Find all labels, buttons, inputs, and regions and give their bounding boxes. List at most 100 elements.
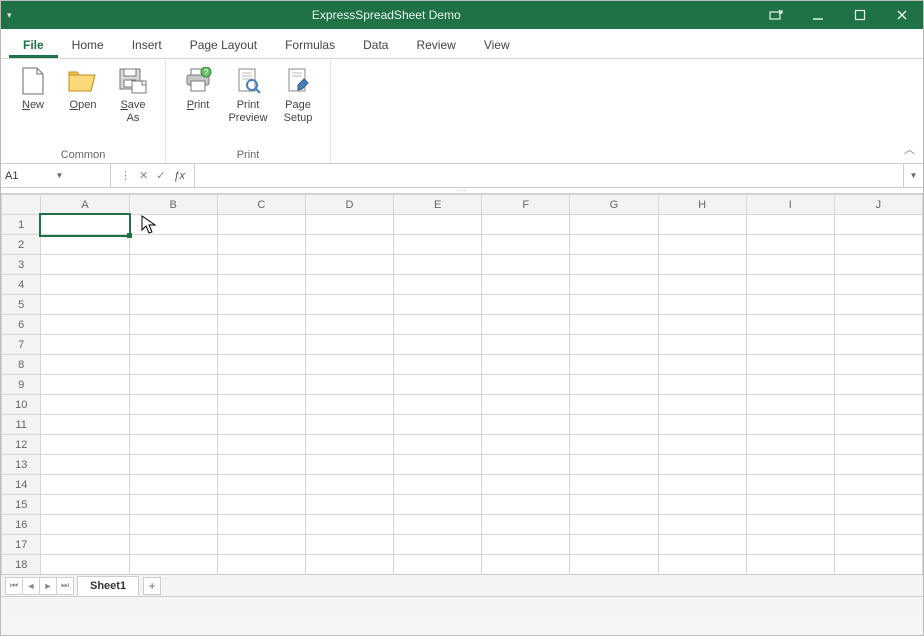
cell[interactable] [129, 395, 217, 415]
cell[interactable] [658, 435, 746, 455]
cell[interactable] [482, 235, 570, 255]
cell[interactable] [658, 375, 746, 395]
cell[interactable] [41, 315, 129, 335]
cell[interactable] [834, 215, 922, 235]
cell[interactable] [658, 495, 746, 515]
cell[interactable] [394, 215, 482, 235]
cell[interactable] [305, 275, 393, 295]
cell[interactable] [217, 495, 305, 515]
cell[interactable] [746, 435, 834, 455]
cell[interactable] [217, 415, 305, 435]
cell[interactable] [834, 415, 922, 435]
row-header[interactable]: 8 [2, 355, 41, 375]
row-header[interactable]: 7 [2, 335, 41, 355]
cell[interactable] [570, 515, 658, 535]
tab-insert[interactable]: Insert [118, 33, 176, 58]
row-header[interactable]: 12 [2, 435, 41, 455]
cell[interactable] [658, 355, 746, 375]
column-header[interactable]: A [41, 195, 129, 215]
cell[interactable] [305, 555, 393, 575]
cell[interactable] [217, 375, 305, 395]
cell[interactable] [129, 455, 217, 475]
cell[interactable] [305, 255, 393, 275]
column-header[interactable]: F [482, 195, 570, 215]
cell[interactable] [394, 275, 482, 295]
tab-view[interactable]: View [470, 33, 524, 58]
cell[interactable] [570, 275, 658, 295]
cell[interactable] [41, 555, 129, 575]
cell[interactable] [482, 535, 570, 555]
cell[interactable] [217, 355, 305, 375]
cell[interactable] [129, 315, 217, 335]
add-sheet-button[interactable]: + [143, 577, 161, 595]
cell[interactable] [834, 335, 922, 355]
cell[interactable] [129, 275, 217, 295]
sheet-nav-last-button[interactable]: ⏭ [56, 577, 74, 595]
cell[interactable] [746, 555, 834, 575]
cell[interactable] [482, 315, 570, 335]
cell[interactable] [41, 415, 129, 435]
row-header[interactable]: 16 [2, 515, 41, 535]
cell[interactable] [570, 435, 658, 455]
cell[interactable] [41, 535, 129, 555]
cell[interactable] [394, 555, 482, 575]
cell[interactable] [482, 255, 570, 275]
cell[interactable] [834, 535, 922, 555]
column-header[interactable]: G [570, 195, 658, 215]
sheet-tab-active[interactable]: Sheet1 [77, 576, 139, 596]
cell[interactable] [129, 515, 217, 535]
cell[interactable] [658, 475, 746, 495]
cell[interactable] [746, 515, 834, 535]
formula-input[interactable] [195, 164, 903, 187]
cell[interactable] [482, 415, 570, 435]
cell[interactable] [217, 515, 305, 535]
cell[interactable] [570, 535, 658, 555]
cell[interactable] [41, 295, 129, 315]
cell[interactable] [305, 355, 393, 375]
cell[interactable] [746, 355, 834, 375]
row-header[interactable]: 5 [2, 295, 41, 315]
cell[interactable] [41, 335, 129, 355]
cell[interactable] [129, 555, 217, 575]
tab-page-layout[interactable]: Page Layout [176, 33, 271, 58]
cell[interactable] [482, 275, 570, 295]
cell[interactable] [658, 455, 746, 475]
cell[interactable] [746, 415, 834, 435]
row-header[interactable]: 6 [2, 315, 41, 335]
cell[interactable] [41, 495, 129, 515]
column-header[interactable]: J [834, 195, 922, 215]
print-button[interactable]: ? Print [174, 63, 222, 127]
tab-home[interactable]: Home [58, 33, 118, 58]
cell[interactable] [658, 415, 746, 435]
sheet-nav-first-button[interactable]: ⏮ [5, 577, 23, 595]
cell[interactable] [129, 375, 217, 395]
row-header[interactable]: 18 [2, 555, 41, 575]
cell[interactable] [41, 275, 129, 295]
row-header[interactable]: 4 [2, 275, 41, 295]
cell[interactable] [746, 295, 834, 315]
cell[interactable] [217, 255, 305, 275]
cell[interactable] [129, 435, 217, 455]
cell[interactable] [570, 475, 658, 495]
cell[interactable] [129, 495, 217, 515]
cell[interactable] [41, 255, 129, 275]
cell[interactable] [305, 495, 393, 515]
cell[interactable] [305, 435, 393, 455]
cell[interactable] [658, 215, 746, 235]
cell[interactable] [482, 335, 570, 355]
cell[interactable] [394, 255, 482, 275]
cell[interactable] [834, 395, 922, 415]
cell[interactable] [217, 435, 305, 455]
formula-cancel-button[interactable]: ✕ [136, 169, 151, 182]
row-header[interactable]: 2 [2, 235, 41, 255]
cell[interactable] [217, 455, 305, 475]
cell[interactable] [482, 435, 570, 455]
cell[interactable] [305, 535, 393, 555]
cell[interactable] [41, 395, 129, 415]
cell[interactable] [834, 315, 922, 335]
print-preview-button[interactable]: Print Preview [224, 63, 272, 127]
cell[interactable] [482, 515, 570, 535]
cell[interactable] [305, 455, 393, 475]
cell[interactable] [394, 495, 482, 515]
cell[interactable] [834, 435, 922, 455]
